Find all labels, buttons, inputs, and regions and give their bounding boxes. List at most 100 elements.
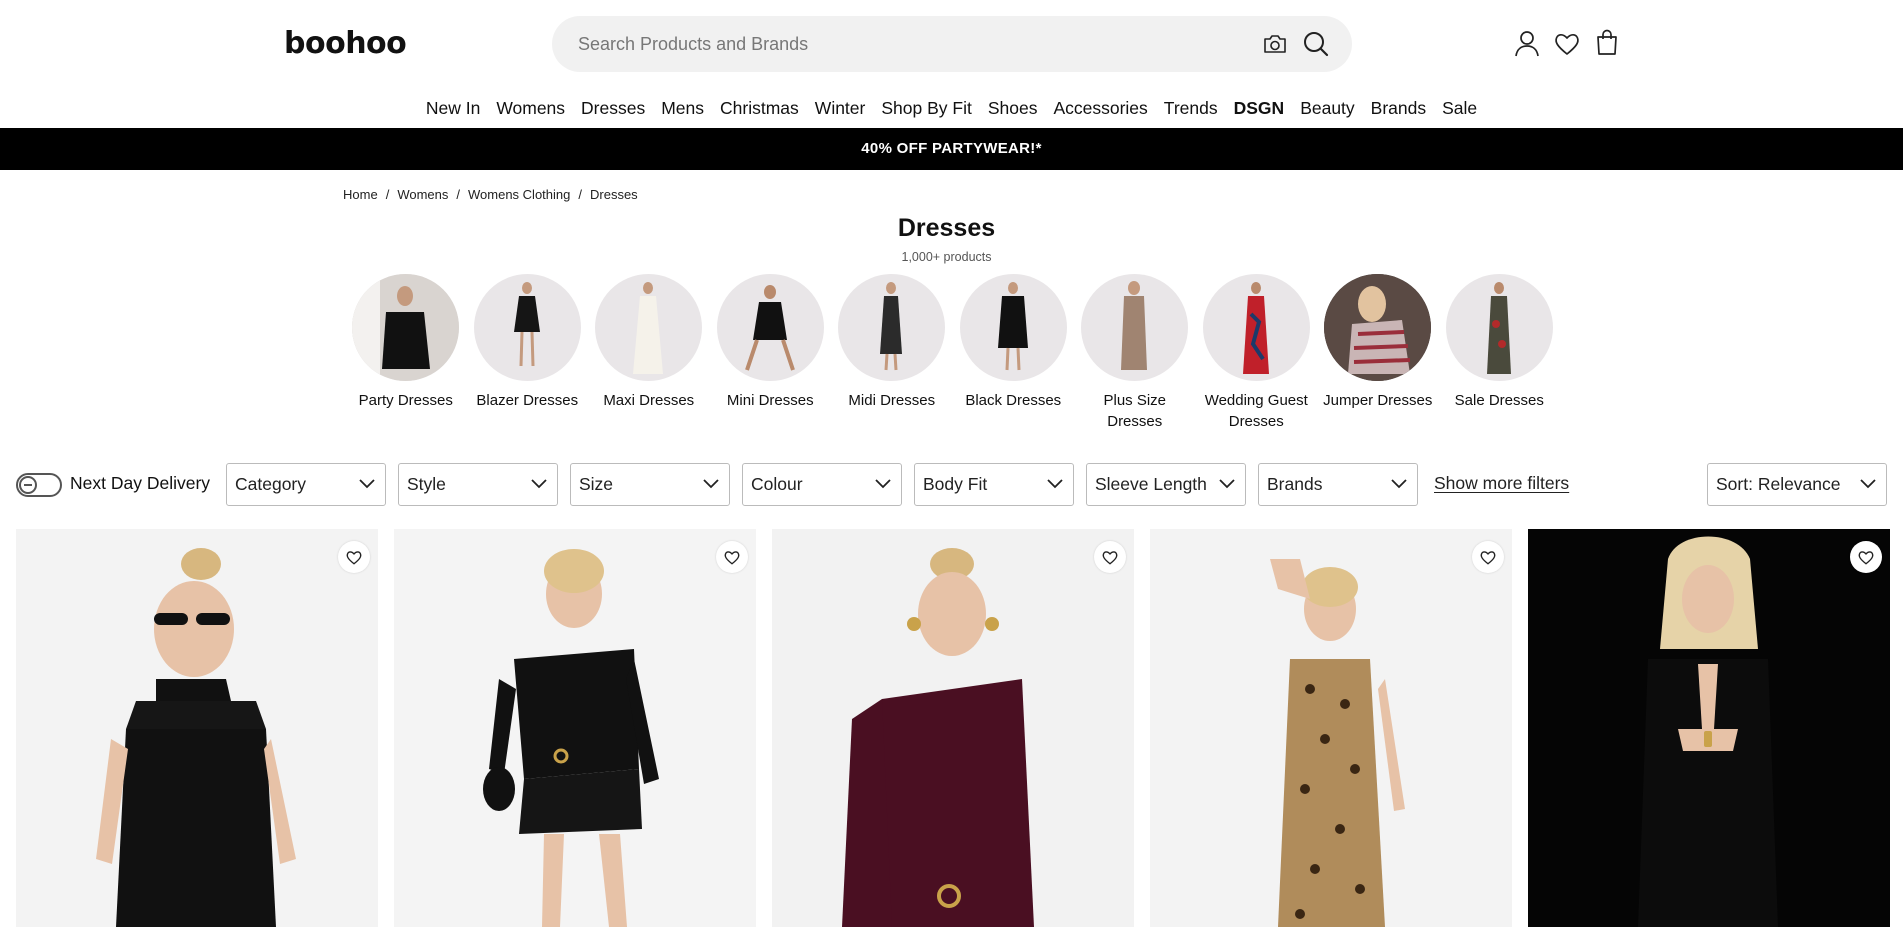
- heart-icon: [724, 551, 740, 565]
- chevron-down-icon: [1391, 479, 1407, 489]
- filter-category[interactable]: Category: [226, 463, 386, 506]
- filter-brands[interactable]: Brands: [1258, 463, 1418, 506]
- next-day-delivery-toggle[interactable]: [16, 473, 62, 497]
- breadcrumb: Home / Womens / Womens Clothing / Dresse…: [343, 187, 638, 202]
- category-image: [1324, 274, 1432, 381]
- nav-item-trends[interactable]: Trends: [1156, 96, 1226, 126]
- wishlist-icon[interactable]: [1553, 30, 1581, 58]
- nav-item-brands[interactable]: Brands: [1363, 96, 1434, 126]
- add-to-wishlist-button[interactable]: [1472, 541, 1504, 573]
- search-bar: [552, 16, 1352, 72]
- product-image: [1150, 529, 1512, 927]
- category-sale-dresses[interactable]: Sale Dresses: [1439, 274, 1561, 432]
- category-midi-dresses[interactable]: Midi Dresses: [831, 274, 953, 432]
- chevron-down-icon: [531, 479, 547, 489]
- category-plus-size-dresses[interactable]: Plus Size Dresses: [1074, 274, 1196, 432]
- category-image: [595, 274, 703, 381]
- category-image: [959, 274, 1067, 381]
- filter-style[interactable]: Style: [398, 463, 558, 506]
- filter-bar: Next Day Delivery Category Style Size Co…: [0, 463, 1903, 507]
- category-label: Midi Dresses: [848, 392, 936, 409]
- breadcrumb-womens[interactable]: Womens: [397, 187, 448, 202]
- product-count: 1,000+ products: [901, 250, 992, 264]
- chevron-down-icon: [1860, 479, 1876, 489]
- product-grid: [16, 529, 1890, 927]
- sort-select[interactable]: Sort: Relevance: [1707, 463, 1887, 506]
- nav-item-womens[interactable]: Womens: [488, 96, 573, 126]
- nav-item-shoes[interactable]: Shoes: [980, 96, 1046, 126]
- next-day-delivery-label: Next Day Delivery: [70, 473, 211, 493]
- filter-label: Sleeve Length: [1095, 474, 1207, 494]
- category-label: Sale Dresses: [1454, 392, 1544, 409]
- nav-item-christmas[interactable]: Christmas: [712, 96, 807, 126]
- category-image: [716, 274, 824, 381]
- breadcrumb-dresses[interactable]: Dresses: [590, 187, 638, 202]
- breadcrumb-home[interactable]: Home: [343, 187, 378, 202]
- promo-banner[interactable]: 40% OFF PARTYWEAR!*: [0, 128, 1903, 170]
- nav-item-accessories[interactable]: Accessories: [1045, 96, 1155, 126]
- product-image: [394, 529, 756, 927]
- category-image: [838, 274, 946, 381]
- nav-item-sale[interactable]: Sale: [1434, 96, 1485, 126]
- product-card[interactable]: [1528, 529, 1890, 927]
- category-image: [1081, 274, 1189, 381]
- filter-label: Category: [235, 474, 307, 494]
- add-to-wishlist-button[interactable]: [1094, 541, 1126, 573]
- chevron-down-icon: [1219, 479, 1235, 489]
- filter-label: Brands: [1267, 474, 1323, 494]
- camera-icon[interactable]: [1262, 32, 1288, 56]
- nav-item-dresses[interactable]: Dresses: [573, 96, 653, 126]
- page-title: Dresses: [897, 214, 996, 242]
- boohoo-logo[interactable]: boohoo: [284, 26, 407, 61]
- bag-icon[interactable]: [1593, 28, 1621, 56]
- add-to-wishlist-button[interactable]: [1850, 541, 1882, 573]
- nav-item-new-in[interactable]: New In: [418, 96, 488, 126]
- show-more-filters-link[interactable]: Show more filters: [1434, 473, 1569, 494]
- breadcrumb-womens-clothing[interactable]: Womens Clothing: [468, 187, 570, 202]
- nav-item-beauty[interactable]: Beauty: [1292, 96, 1362, 126]
- product-card[interactable]: [772, 529, 1134, 927]
- product-card[interactable]: [1150, 529, 1512, 927]
- search-input[interactable]: [578, 16, 1228, 72]
- nav-item-winter[interactable]: Winter: [807, 96, 874, 126]
- nav-item-shop-by-fit[interactable]: Shop By Fit: [873, 96, 979, 126]
- filter-sleeve-length[interactable]: Sleeve Length: [1086, 463, 1246, 506]
- heart-icon: [346, 551, 362, 565]
- filter-label: Size: [579, 474, 614, 494]
- filter-label: Style: [407, 474, 446, 494]
- category-wedding-guest-dresses[interactable]: Wedding Guest Dresses: [1196, 274, 1318, 432]
- category-image: [1202, 274, 1310, 381]
- category-carousel: Party Dresses Blazer Dresses Maxi Dresse…: [345, 274, 1560, 432]
- nav-item-mens[interactable]: Mens: [653, 96, 712, 126]
- chevron-down-icon: [1047, 479, 1063, 489]
- main-nav: New In Womens Dresses Mens Christmas Win…: [0, 96, 1903, 126]
- chevron-down-icon: [703, 479, 719, 489]
- category-party-dresses[interactable]: Party Dresses: [345, 274, 467, 432]
- category-blazer-dresses[interactable]: Blazer Dresses: [467, 274, 589, 432]
- heart-icon: [1480, 551, 1496, 565]
- category-jumper-dresses[interactable]: Jumper Dresses: [1317, 274, 1439, 432]
- category-maxi-dresses[interactable]: Maxi Dresses: [588, 274, 710, 432]
- site-header: boohoo: [0, 0, 1903, 88]
- add-to-wishlist-button[interactable]: [338, 541, 370, 573]
- product-card[interactable]: [394, 529, 756, 927]
- product-card[interactable]: [16, 529, 378, 927]
- product-image: [772, 529, 1134, 927]
- breadcrumb-separator: /: [456, 187, 460, 202]
- toggle-knob: [19, 476, 37, 494]
- category-image: [1445, 274, 1553, 381]
- filter-body-fit[interactable]: Body Fit: [914, 463, 1074, 506]
- category-mini-dresses[interactable]: Mini Dresses: [710, 274, 832, 432]
- breadcrumb-separator: /: [385, 187, 390, 202]
- category-label: Plus Size Dresses: [1103, 392, 1167, 430]
- filter-label: Colour: [751, 474, 803, 494]
- nav-item-dsgn[interactable]: DSGN: [1226, 96, 1293, 126]
- category-label: Maxi Dresses: [603, 392, 695, 409]
- add-to-wishlist-button[interactable]: [716, 541, 748, 573]
- filter-size[interactable]: Size: [570, 463, 730, 506]
- category-black-dresses[interactable]: Black Dresses: [953, 274, 1075, 432]
- account-icon[interactable]: [1513, 29, 1541, 57]
- filter-colour[interactable]: Colour: [742, 463, 902, 506]
- category-label: Wedding Guest Dresses: [1204, 392, 1308, 430]
- search-icon[interactable]: [1302, 30, 1330, 58]
